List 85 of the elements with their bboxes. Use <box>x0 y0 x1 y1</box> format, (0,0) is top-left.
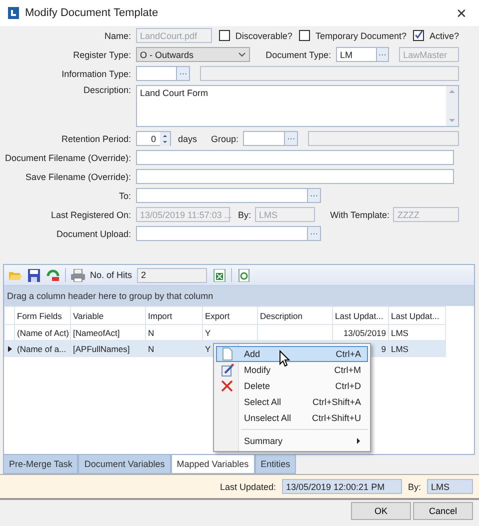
hits-label: No. of Hits <box>90 270 132 280</box>
menu-item[interactable]: Select All Ctrl+Shift+A <box>216 394 368 410</box>
edit-icon <box>220 363 234 377</box>
column-header[interactable]: Last Updat... <box>388 306 446 324</box>
menu-item[interactable]: Delete Ctrl+D <box>216 378 368 394</box>
cancel-button[interactable]: Cancel <box>413 502 473 520</box>
arrow-icon[interactable] <box>46 268 60 282</box>
browse-button[interactable]: ··· <box>177 66 190 81</box>
spinner-field[interactable]: 0 <box>136 131 171 146</box>
hits-field[interactable]: 2 <box>137 268 208 282</box>
register-type-dropdown[interactable]: O - Outwards <box>136 47 250 62</box>
field-label: Last Updated: <box>220 482 276 492</box>
refresh-icon[interactable] <box>237 268 252 282</box>
checkbox[interactable] <box>413 30 424 41</box>
field-label: By: <box>408 482 421 492</box>
page-icon <box>220 347 234 361</box>
field-label: To: <box>118 190 132 200</box>
tab[interactable]: Document Variables <box>78 455 171 474</box>
input-field[interactable]: LM <box>336 47 377 62</box>
chevron-down-icon <box>238 52 246 57</box>
table-cell: (Name of a... <box>14 340 70 356</box>
input-field[interactable] <box>136 226 308 241</box>
field-label: Register Type: <box>72 50 132 60</box>
table-cell: LMS <box>388 340 446 356</box>
description-field[interactable] <box>308 131 460 146</box>
field-label: Description: <box>82 85 132 95</box>
ok-button[interactable]: OK <box>351 502 411 520</box>
input-field[interactable] <box>242 131 286 146</box>
tab[interactable]: Mapped Variables <box>170 455 255 474</box>
checkbox[interactable] <box>299 30 310 41</box>
tab[interactable]: Entities <box>254 455 296 474</box>
menu-item[interactable]: Modify Ctrl+M <box>216 362 368 378</box>
table-cell: [APFullNames] <box>70 340 146 356</box>
window-title: Modify Document Template <box>25 7 160 19</box>
input-field[interactable] <box>136 150 454 165</box>
spinner-arrows-icon <box>160 132 170 146</box>
menu-item[interactable]: Unselect All Ctrl+Shift+U <box>216 410 368 426</box>
column-header[interactable]: Export <box>202 306 258 324</box>
input-field[interactable] <box>136 66 178 81</box>
column-header[interactable]: Description <box>258 306 332 324</box>
input-field[interactable] <box>136 169 454 184</box>
column-header[interactable]: Import <box>146 306 202 324</box>
description-field[interactable] <box>200 66 459 81</box>
description-textarea[interactable]: Land Court Form <box>136 85 459 127</box>
save-icon[interactable] <box>27 268 41 282</box>
field-label: Document Filename (Override): <box>4 152 132 162</box>
field-label: Retention Period: <box>60 134 132 144</box>
date-field[interactable]: 13/05/2019 12:00:21 PM <box>282 479 402 494</box>
column-header[interactable]: Last Updat... <box>332 306 388 324</box>
group-hint: Drag a column header here to group by that column <box>4 286 474 306</box>
browse-button[interactable]: ··· <box>308 188 321 203</box>
row-pointer-icon <box>6 344 14 352</box>
excel-icon[interactable] <box>212 268 226 282</box>
tab[interactable]: Pre-Merge Task <box>3 455 78 474</box>
user-field[interactable]: LMS <box>427 479 473 494</box>
menu-item[interactable]: Add Ctrl+A <box>216 346 368 362</box>
column-header[interactable]: Variable <box>70 306 146 324</box>
field-label: Last Registered On: <box>50 210 132 220</box>
column-header[interactable]: Form Fields <box>14 306 70 324</box>
field-label: Document Upload: <box>55 228 132 238</box>
table-cell: N <box>146 340 202 356</box>
checkbox-label: Temporary Document? <box>315 30 406 40</box>
close-button[interactable]: ✕ <box>452 6 471 20</box>
printer-icon[interactable] <box>71 268 85 282</box>
menu-item[interactable]: Summary <box>216 433 368 449</box>
checkbox-label: Active? <box>429 30 459 40</box>
field-label: Group: <box>210 134 238 144</box>
mouse-cursor-icon <box>279 350 290 367</box>
field-label: By: <box>238 210 252 220</box>
field-label: Document Type: <box>266 50 331 60</box>
app-icon <box>8 7 19 19</box>
input-field[interactable] <box>136 188 308 203</box>
checkbox-label: Discoverable? <box>235 30 292 40</box>
checkbox[interactable] <box>219 30 230 41</box>
unit-label: days <box>178 134 197 144</box>
delete-icon <box>220 379 234 393</box>
field-label: Save Filename (Override): <box>24 172 132 182</box>
submenu-arrow-icon <box>356 438 361 444</box>
field-label: Name: <box>103 30 132 40</box>
browse-button[interactable]: ··· <box>308 226 321 241</box>
browse-button[interactable]: ··· <box>285 131 298 146</box>
browse-button[interactable]: ··· <box>376 47 390 62</box>
field-label: With Template: <box>330 210 390 220</box>
field-label: Information Type: <box>60 68 132 78</box>
check-icon <box>414 31 424 40</box>
